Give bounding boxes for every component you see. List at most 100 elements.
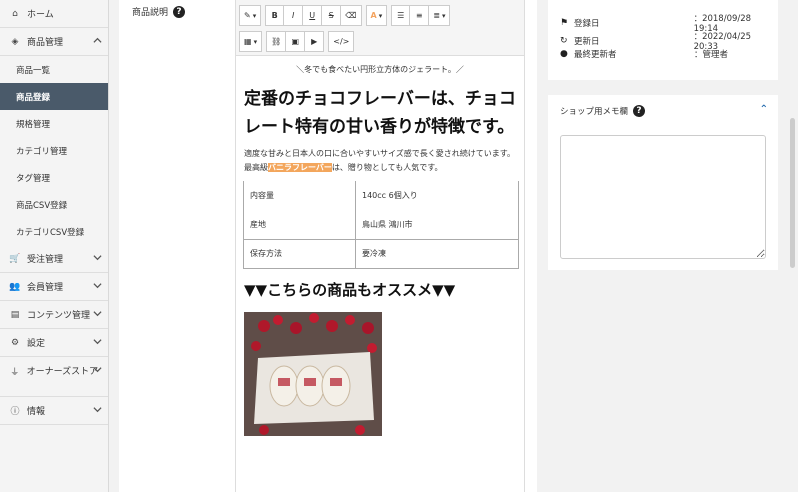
italic-button[interactable]: I [284,5,304,26]
info-icon: ⓘ [10,407,20,417]
underline-icon: U [309,11,316,20]
sidebar-item-product-management[interactable]: ◈ 商品管理 [0,28,108,56]
image-icon: ▣ [291,37,300,46]
align-icon: ≣ [433,11,440,20]
registered-date-label: 登録日 [573,19,600,29]
link-icon: ⛓ [271,37,282,46]
strikethrough-button[interactable]: S [322,5,342,26]
sidebar-item-order-management[interactable]: 🛒 受注管理 [0,245,108,273]
last-updater-label: 最終更新者 [574,50,617,60]
help-icon[interactable]: ? [173,5,186,18]
chevron-down-icon [93,283,102,289]
sidebar-item-label: 商品管理 [27,38,64,48]
sidebar-item-info[interactable]: ⓘ 情報 [0,397,108,425]
sidebar-item-label: コンテンツ管理 [27,311,91,321]
paragraph-text: は、贈り物としても人気です。 [331,163,443,172]
image-button[interactable]: ▣ [286,31,306,52]
table-cell-value: 要冷凍 [355,238,519,269]
chevron-up-icon[interactable]: ⌃ [760,104,768,115]
table-cell-label: 保存方法 [243,238,356,269]
main-panel: 商品説明 ? ✎ B I U S ⌫ A ☰ ≡ [119,0,537,492]
sidebar-item-label: ホーム [27,10,54,20]
shop-memo-card: ショップ用メモ欄 ? ⌃ [548,95,778,270]
shop-memo-textarea[interactable] [560,135,766,259]
product-photo-image [244,311,382,436]
table-cell-label: 内容量 [243,181,356,210]
sidebar-subitem-category-management[interactable]: カテゴリ管理 [0,137,108,164]
numbered-list-icon: ≡ [415,11,423,20]
cube-icon: ◈ [11,36,19,47]
recommend-heading: ▼▼こちらの商品もオススメ▼▼ [244,280,456,299]
highlighted-text: バニラフレーバー [268,163,332,172]
chevron-down-icon [93,339,102,345]
sidebar-subitem-product-register[interactable]: 商品登録 [0,83,108,110]
users-icon: 👥 [9,281,21,292]
bullet-list-button[interactable]: ☰ [391,5,411,26]
sidebar-item-member-management[interactable]: 👥 会員管理 [0,273,108,301]
product-photo [244,311,382,436]
sidebar-item-owners-store[interactable]: ⏚ オーナーズストア [0,357,108,397]
gear-icon: ⚙ [10,337,20,348]
sidebar-subitem-product-list[interactable]: 商品一覧 [0,56,108,83]
help-icon[interactable]: ? [633,105,646,117]
file-icon: ▤ [10,309,20,320]
spec-table: 内容量 140cc 6個入り 産地 鳥山県 鴻川市 保存方法 要冷凍 [243,181,519,269]
chevron-up-icon [93,37,102,43]
code-icon: </> [333,37,350,46]
table-button[interactable]: ▦ [239,31,263,52]
sidebar-subitem-spec-management[interactable]: 規格管理 [0,110,108,137]
font-color-button[interactable]: A [365,5,388,26]
plug-icon: ⏚ [10,368,20,378]
bold-icon: B [271,11,278,20]
content-heading: 定番のチョコフレーバーは、チョコレート特有の甘い香りが特徴です。 [244,89,516,137]
description-label: 商品説明 ? [132,5,186,18]
table-icon: ▦ [244,37,252,46]
sidebar-item-label: 会員管理 [27,283,64,293]
description-label-text: 商品説明 [132,8,169,18]
shop-memo-title: ショップ用メモ欄 [560,107,629,117]
table-row: 産地 鳥山県 鴻川市 [243,210,519,239]
editor-toolbar: ✎ B I U S ⌫ A ☰ ≡ ≣ [236,0,524,56]
sidebar: ⌂ ホーム ◈ 商品管理 商品一覧 商品登録 規格管理 カテゴリ管理 タグ管理 … [0,0,109,492]
sidebar-subitem-tag-management[interactable]: タグ管理 [0,164,108,191]
updated-date-label: 更新日 [573,37,600,47]
eraser-icon: ⌫ [345,11,357,20]
table-row: 保存方法 要冷凍 [243,238,519,269]
bold-button[interactable]: B [265,5,285,26]
magic-wand-icon: ✎ [244,11,251,20]
last-updater-row: ● 最終更新者 ：管理者 [560,48,728,60]
info-card: ⚑ 登録日 ：2018/09/28 19:14 ↻ 更新日 ：2022/04/2… [548,0,778,80]
sidebar-subitem-category-csv[interactable]: カテゴリCSV登録 [0,218,108,245]
strikethrough-icon: S [328,11,334,20]
user-icon: ● [560,49,568,59]
sidebar-subitem-product-csv[interactable]: 商品CSV登録 [0,191,108,218]
chevron-down-icon [93,407,102,413]
flag-icon: ⚑ [560,18,569,28]
video-button[interactable]: ▶ [305,31,325,52]
bullet-list-icon: ☰ [397,11,405,20]
magic-wand-button[interactable]: ✎ [239,5,262,26]
sidebar-item-settings[interactable]: ⚙ 設定 [0,329,108,357]
chevron-down-icon [93,367,102,373]
chevron-down-icon [93,311,102,317]
page-scrollbar[interactable] [790,118,795,268]
numbered-list-button[interactable]: ≡ [410,5,430,26]
catch-copy: ＼冬でも食べたい円形立方体のジェラート。／ [296,65,464,74]
code-view-button[interactable]: </> [328,31,355,52]
table-row: 内容量 140cc 6個入り [243,181,519,210]
underline-button[interactable]: U [303,5,323,26]
shop-memo-header: ショップ用メモ欄 ? [560,105,646,117]
content-paragraph: 適度な甘みと日本人の口に合いやすいサイズ感で長く愛され続けています。最高級バニラ… [244,147,516,175]
rich-text-editor[interactable]: ✎ B I U S ⌫ A ☰ ≡ ≣ [235,0,525,492]
sidebar-item-home[interactable]: ⌂ ホーム [0,0,108,28]
cart-icon: 🛒 [9,253,21,264]
refresh-icon: ↻ [560,36,568,46]
editor-content[interactable]: ＼冬でも食べたい円形立方体のジェラート。／ 定番のチョコフレーバーは、チョコレー… [236,56,524,444]
home-icon: ⌂ [12,8,18,19]
eraser-button[interactable]: ⌫ [341,5,362,26]
sidebar-item-label: 設定 [27,339,46,349]
link-button[interactable]: ⛓ [266,31,287,52]
sidebar-item-content-management[interactable]: ▤ コンテンツ管理 [0,301,108,329]
table-cell-label: 産地 [243,210,356,239]
align-button[interactable]: ≣ [429,5,451,26]
